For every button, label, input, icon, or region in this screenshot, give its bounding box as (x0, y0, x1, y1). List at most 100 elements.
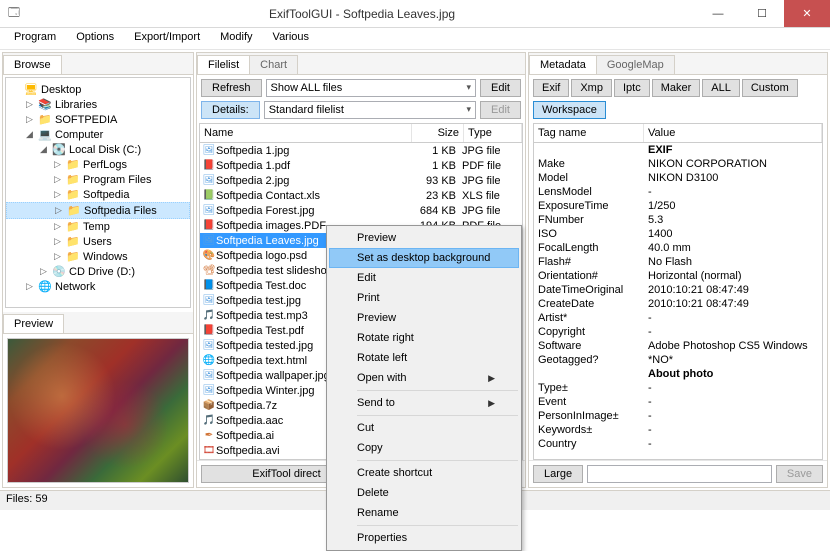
context-menu-item[interactable]: Cut (329, 418, 519, 438)
menu-options[interactable]: Options (66, 28, 124, 49)
tree-item[interactable]: ▷📁PerfLogs (6, 157, 190, 172)
tree-item[interactable]: 🖥Desktop (6, 82, 190, 97)
context-menu-item[interactable]: Create shortcut (329, 463, 519, 483)
file-row[interactable]: 🖼Softpedia 2.jpg93 KBJPG file (200, 173, 522, 188)
file-row[interactable]: 🖼Softpedia 1.jpg1 KBJPG file (200, 143, 522, 158)
filter-combo[interactable]: Show ALL files▾ (266, 79, 477, 97)
metadata-row[interactable]: ExposureTime1/250 (534, 199, 822, 213)
menu-program[interactable]: Program (4, 28, 66, 49)
file-row[interactable]: 📗Softpedia Contact.xls23 KBXLS file (200, 188, 522, 203)
context-menu-item[interactable]: Copy (329, 438, 519, 458)
edit-filter-button[interactable]: Edit (480, 79, 521, 97)
tree-item[interactable]: ▷🌐Network (6, 279, 190, 294)
metadata-row[interactable]: ISO1400 (534, 227, 822, 241)
context-menu-item[interactable]: Set as desktop background (329, 248, 519, 268)
tree-item[interactable]: ◢💻Computer (6, 127, 190, 142)
value-edit-input[interactable] (587, 465, 772, 483)
expand-icon[interactable]: ▷ (52, 189, 63, 200)
context-menu-item[interactable]: Preview (329, 308, 519, 328)
expand-icon[interactable]: ▷ (53, 205, 64, 216)
context-menu-item[interactable]: Rotate right (329, 328, 519, 348)
metadata-row[interactable]: LensModel- (534, 185, 822, 199)
metadata-row[interactable]: SoftwareAdobe Photoshop CS5 Windows (534, 339, 822, 353)
tree-item[interactable]: ▷📁Softpedia Files (6, 202, 190, 219)
metadata-row[interactable]: Copyright- (534, 325, 822, 339)
expand-icon[interactable]: ▷ (24, 281, 35, 292)
close-button[interactable]: ✕ (784, 0, 830, 27)
expand-icon[interactable]: ▷ (24, 114, 35, 125)
metadata-row[interactable]: Artist*- (534, 311, 822, 325)
tab-metadata[interactable]: Metadata (529, 55, 597, 74)
metadata-row[interactable]: CreateDate2010:10:21 08:47:49 (534, 297, 822, 311)
tab-filelist[interactable]: Filelist (197, 55, 250, 74)
metadata-row[interactable]: Country- (534, 437, 822, 451)
refresh-button[interactable]: Refresh (201, 79, 262, 97)
metadata-row[interactable]: DateTimeOriginal2010:10:21 08:47:49 (534, 283, 822, 297)
metadata-row[interactable]: ModelNIKON D3100 (534, 171, 822, 185)
col-size[interactable]: Size (412, 124, 464, 142)
minimize-button[interactable]: — (696, 0, 740, 27)
metadata-row[interactable]: Flash#No Flash (534, 255, 822, 269)
meta-tab-xmp[interactable]: Xmp (571, 79, 612, 97)
tree-item[interactable]: ▷💿CD Drive (D:) (6, 264, 190, 279)
expand-icon[interactable]: ▷ (52, 221, 63, 232)
tab-googlemap[interactable]: GoogleMap (596, 55, 675, 74)
metadata-row[interactable]: Type±- (534, 381, 822, 395)
expand-icon[interactable]: ▷ (38, 266, 49, 277)
context-menu-item[interactable]: Preview (329, 228, 519, 248)
file-row[interactable]: 📕Softpedia 1.pdf1 KBPDF file (200, 158, 522, 173)
menu-export-import[interactable]: Export/Import (124, 28, 210, 49)
tree-item[interactable]: ▷📁Temp (6, 219, 190, 234)
context-menu-item[interactable]: Rename (329, 503, 519, 523)
folder-tree[interactable]: 🖥Desktop▷📚Libraries▷📁SOFTPEDIA◢💻Computer… (5, 77, 191, 308)
context-menu-item[interactable]: Properties (329, 528, 519, 548)
details-combo[interactable]: Standard filelist▾ (264, 101, 476, 119)
expand-icon[interactable]: ▷ (52, 251, 63, 262)
tab-preview[interactable]: Preview (3, 314, 64, 333)
metadata-body[interactable]: EXIFMakeNIKON CORPORATIONModelNIKON D310… (533, 143, 823, 460)
tree-item[interactable]: ▷📁Softpedia (6, 187, 190, 202)
metadata-row[interactable]: Event- (534, 395, 822, 409)
tree-item[interactable]: ◢💽Local Disk (C:) (6, 142, 190, 157)
large-button[interactable]: Large (533, 465, 583, 483)
context-menu-item[interactable]: Send to▶ (329, 393, 519, 413)
col-type[interactable]: Type (464, 124, 522, 142)
context-menu-item[interactable]: Rotate left (329, 348, 519, 368)
tree-item[interactable]: ▷📁Windows (6, 249, 190, 264)
details-button[interactable]: Details: (201, 101, 260, 119)
menu-modify[interactable]: Modify (210, 28, 262, 49)
expand-icon[interactable]: ▷ (52, 159, 63, 170)
metadata-row[interactable]: FNumber5.3 (534, 213, 822, 227)
workspace-button[interactable]: Workspace (533, 101, 606, 119)
context-menu[interactable]: PreviewSet as desktop backgroundEditPrin… (326, 225, 522, 551)
expand-icon[interactable]: ◢ (38, 144, 49, 155)
context-menu-item[interactable]: Print (329, 288, 519, 308)
metadata-row[interactable]: About photo (534, 367, 822, 381)
meta-tab-custom[interactable]: Custom (742, 79, 798, 97)
tab-chart[interactable]: Chart (249, 55, 298, 74)
tab-browse[interactable]: Browse (3, 55, 62, 74)
context-menu-item[interactable]: Edit (329, 268, 519, 288)
context-menu-item[interactable]: Delete (329, 483, 519, 503)
context-menu-item[interactable]: Open with▶ (329, 368, 519, 388)
metadata-row[interactable]: Orientation#Horizontal (normal) (534, 269, 822, 283)
metadata-row[interactable]: Keywords±- (534, 423, 822, 437)
meta-tab-maker[interactable]: Maker (652, 79, 701, 97)
tree-item[interactable]: ▷📁Program Files (6, 172, 190, 187)
col-value[interactable]: Value (644, 124, 822, 142)
metadata-row[interactable]: PersonInImage±- (534, 409, 822, 423)
expand-icon[interactable]: ▷ (52, 174, 63, 185)
file-row[interactable]: 🖼Softpedia Forest.jpg684 KBJPG file (200, 203, 522, 218)
metadata-row[interactable]: Geotagged?*NO* (534, 353, 822, 367)
tree-item[interactable]: ▷📚Libraries (6, 97, 190, 112)
tree-item[interactable]: ▷📁Users (6, 234, 190, 249)
meta-tab-all[interactable]: ALL (702, 79, 740, 97)
expand-icon[interactable]: ◢ (24, 129, 35, 140)
tree-item[interactable]: ▷📁SOFTPEDIA (6, 112, 190, 127)
metadata-row[interactable]: FocalLength40.0 mm (534, 241, 822, 255)
meta-tab-exif[interactable]: Exif (533, 79, 569, 97)
metadata-row[interactable]: EXIF (534, 143, 822, 157)
menu-various[interactable]: Various (263, 28, 319, 49)
metadata-row[interactable]: MakeNIKON CORPORATION (534, 157, 822, 171)
maximize-button[interactable]: ☐ (740, 0, 784, 27)
